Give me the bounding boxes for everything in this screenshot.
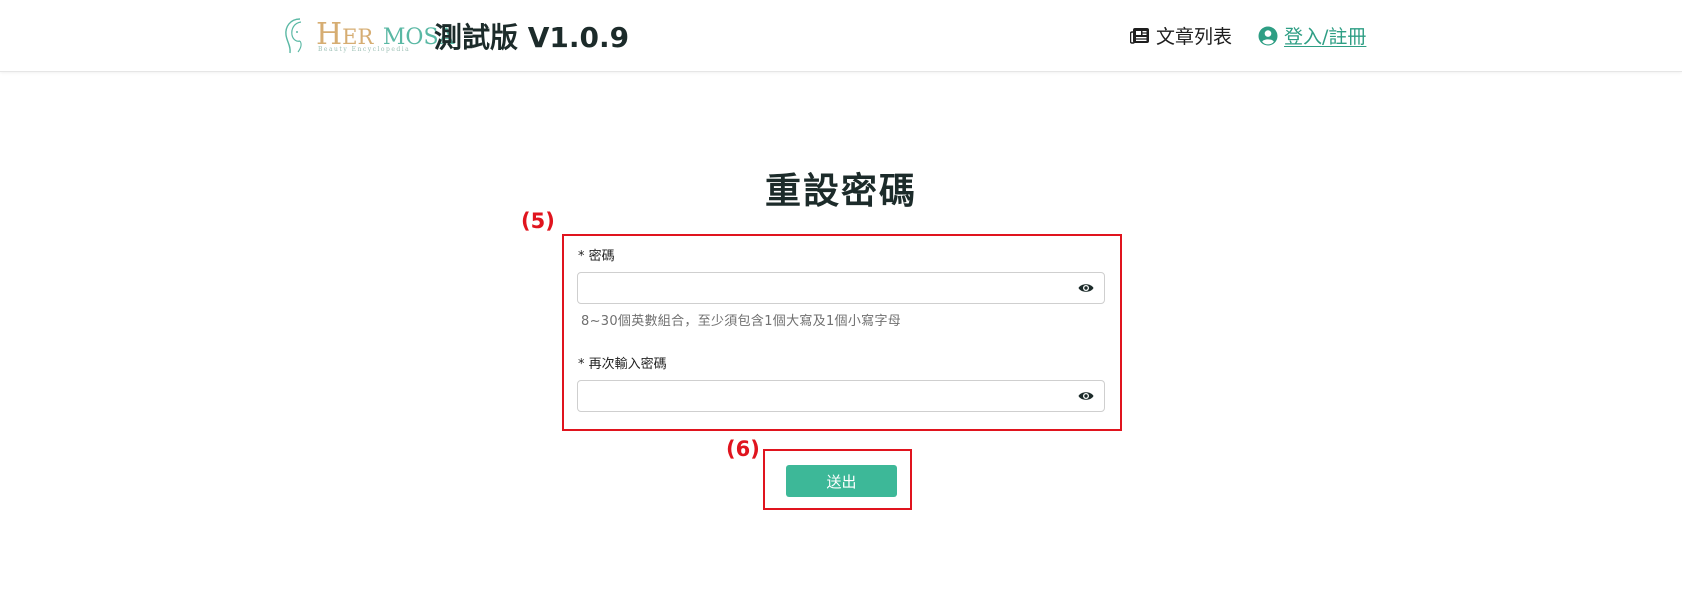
top-navbar: HER MOSA Beauty Encyclopedia 測試版 V1.0.9 … bbox=[0, 0, 1682, 72]
newspaper-icon bbox=[1130, 27, 1149, 44]
nav-login-label: 登入/註冊 bbox=[1284, 26, 1367, 48]
page-title: 重設密碼 bbox=[764, 171, 917, 212]
password-field[interactable] bbox=[577, 272, 1105, 304]
woman-silhouette-icon bbox=[285, 18, 302, 54]
user-circle-icon bbox=[1258, 26, 1278, 45]
confirm-password-input[interactable] bbox=[578, 381, 1058, 411]
password-input[interactable] bbox=[578, 273, 1058, 303]
submit-button[interactable]: 送出 bbox=[786, 465, 897, 497]
annotation-marker-submit: (6) bbox=[726, 437, 760, 461]
confirm-password-label: * 再次輸入密碼 bbox=[578, 357, 667, 372]
eye-icon[interactable] bbox=[1078, 390, 1094, 402]
logo-subtitle: Beauty Encyclopedia bbox=[318, 46, 411, 53]
brand-logo[interactable]: HER MOSA Beauty Encyclopedia bbox=[280, 16, 454, 58]
eye-icon[interactable] bbox=[1078, 282, 1094, 294]
nav-articles-label: 文章列表 bbox=[1156, 26, 1233, 48]
nav-articles-link[interactable]: 文章列表 bbox=[1130, 22, 1232, 49]
version-label: 測試版 V1.0.9 bbox=[434, 21, 630, 54]
annotation-marker-form: (5) bbox=[521, 209, 555, 233]
password-hint: 8~30個英數組合，至少須包含1個大寫及1個小寫字母 bbox=[581, 314, 902, 329]
nav-login-link[interactable]: 登入/註冊 bbox=[1258, 22, 1366, 49]
password-label: * 密碼 bbox=[578, 249, 615, 264]
confirm-password-field[interactable] bbox=[577, 380, 1105, 412]
